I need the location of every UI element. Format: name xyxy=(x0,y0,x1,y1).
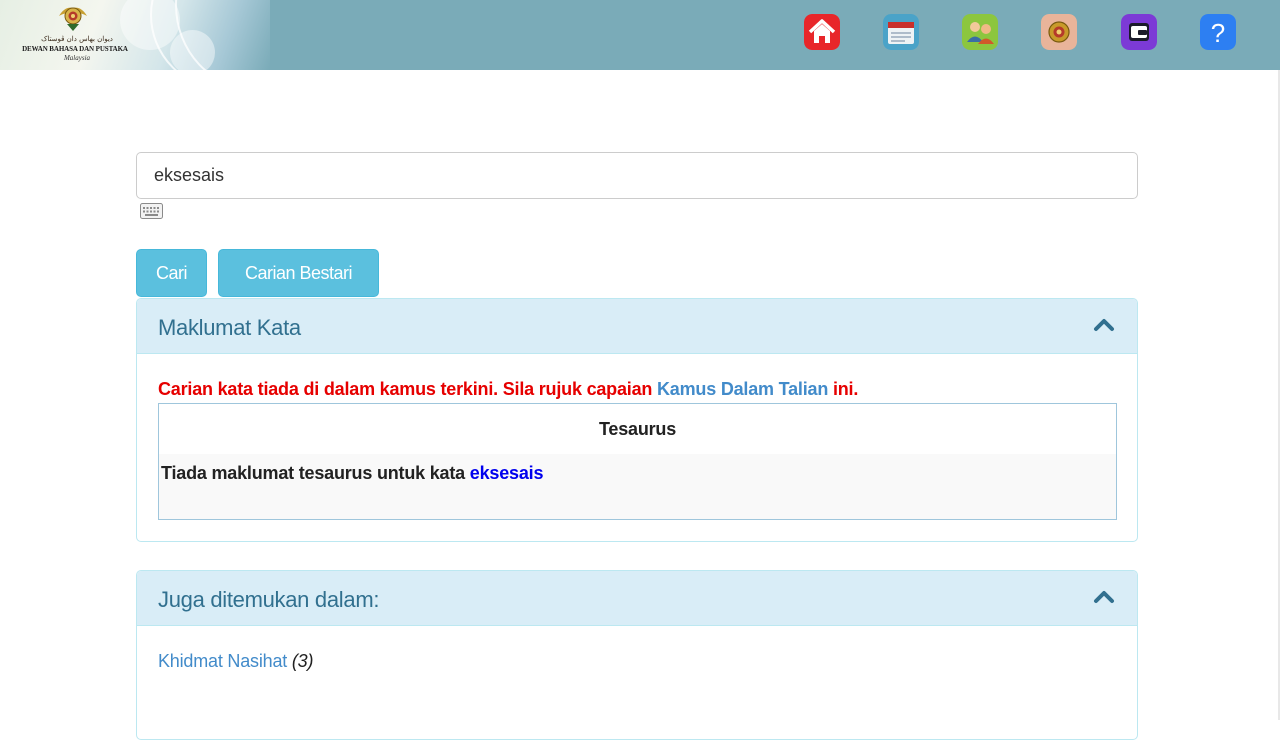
also-found-panel-title: Juga ditemukan dalam: xyxy=(158,587,380,612)
result-count: (3) xyxy=(291,651,314,671)
thesaurus-message-text: Tiada maklumat tesaurus untuk kata xyxy=(161,463,470,483)
notice-text-after: ini. xyxy=(828,379,859,399)
smart-search-button[interactable]: Carian Bestari xyxy=(218,249,379,297)
home-icon[interactable] xyxy=(804,14,840,50)
keyboard-icon[interactable] xyxy=(140,203,163,219)
also-found-panel: Juga ditemukan dalam: Khidmat Nasihat (3… xyxy=(136,570,1138,740)
dbp-logo[interactable]: ديوان بهاس دان ڤوستاک DEWAN BAHASA DAN P… xyxy=(0,0,270,70)
chevron-up-icon[interactable] xyxy=(1093,589,1115,605)
svg-text:?: ? xyxy=(1211,18,1225,48)
notice-text-before: Carian kata tiada di dalam kamus terkini… xyxy=(158,379,657,399)
search-button[interactable]: Cari xyxy=(136,249,207,297)
online-dictionary-link[interactable]: Kamus Dalam Talian xyxy=(657,379,828,399)
chevron-up-icon[interactable] xyxy=(1093,317,1115,333)
word-info-panel-title: Maklumat Kata xyxy=(158,315,301,340)
logo-name-text: DEWAN BAHASA DAN PUSTAKA xyxy=(22,45,128,53)
logo-country-text: Malaysia xyxy=(63,54,91,62)
word-info-panel-heading[interactable]: Maklumat Kata xyxy=(137,299,1137,354)
also-found-panel-heading[interactable]: Juga ditemukan dalam: xyxy=(137,571,1137,626)
users-icon[interactable] xyxy=(962,14,998,50)
emblem-icon[interactable] xyxy=(1041,14,1077,50)
dbp-crest-icon xyxy=(59,7,87,31)
top-header: ديوان بهاس دان ڤوستاک DEWAN BAHASA DAN P… xyxy=(0,0,1280,70)
calendar-icon[interactable] xyxy=(883,14,919,50)
logo-jawi-text: ديوان بهاس دان ڤوستاک xyxy=(41,35,113,43)
help-icon[interactable]: ? xyxy=(1200,14,1236,50)
not-found-notice: Carian kata tiada di dalam kamus terkini… xyxy=(158,379,858,400)
wallet-icon[interactable] xyxy=(1121,14,1157,50)
thesaurus-heading: Tesaurus xyxy=(159,404,1116,454)
thesaurus-table: Tesaurus Tiada maklumat tesaurus untuk k… xyxy=(158,403,1117,520)
list-item: Khidmat Nasihat (3) xyxy=(158,651,314,672)
thesaurus-message: Tiada maklumat tesaurus untuk kata ekses… xyxy=(161,463,543,484)
search-input[interactable] xyxy=(136,152,1138,199)
advisory-service-link[interactable]: Khidmat Nasihat xyxy=(158,651,287,671)
word-info-panel: Maklumat Kata Carian kata tiada di dalam… xyxy=(136,298,1138,542)
thesaurus-word-link[interactable]: eksesais xyxy=(470,463,544,483)
